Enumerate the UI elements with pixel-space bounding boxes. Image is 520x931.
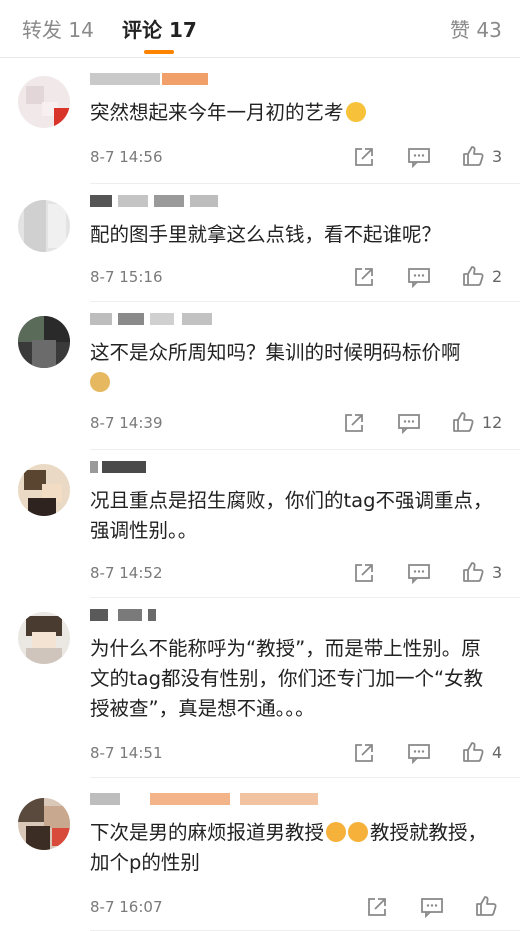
username-redacted[interactable] (90, 606, 220, 624)
comment-time: 8-7 14:51 (90, 744, 163, 762)
like-count: 2 (492, 267, 503, 286)
comment-item: 下次是男的麻烦报道男教授 教授就教授，加个p的性别 8-7 16:07 (0, 782, 520, 931)
like-count: 3 (492, 147, 503, 166)
avatar[interactable] (18, 464, 70, 516)
like-icon[interactable] (461, 144, 485, 168)
tab-repost[interactable]: 转发 14 (22, 14, 94, 43)
username-redacted[interactable] (90, 790, 320, 808)
kiss-face-emoji (326, 822, 347, 842)
comment-text: 配的图手里就拿这么点钱，看不起谁呢？ (90, 223, 442, 246)
comment-item: 突然想起来今年一月初的艺考 8-7 14:56 3 (0, 62, 520, 184)
like-count: 3 (492, 563, 503, 582)
avatar[interactable] (18, 200, 70, 252)
comment-icon[interactable] (407, 742, 431, 764)
comment-icon[interactable] (420, 896, 444, 918)
like-icon[interactable] (461, 740, 485, 764)
comment-text: 下次是男的麻烦报道男教授 教授就教授，加个p的性别 (90, 821, 488, 874)
avatar[interactable] (18, 612, 70, 664)
comment-icon[interactable] (407, 266, 431, 288)
tab-comments[interactable]: 评论 17 (122, 14, 197, 43)
share-icon[interactable] (353, 146, 375, 168)
like-icon[interactable] (461, 560, 485, 584)
comment-icon[interactable] (407, 562, 431, 584)
comment-text: 况且重点是招生腐败，你们的tag不强调重点，强调性别。。 (90, 489, 493, 542)
like-count: 12 (482, 413, 503, 432)
like-icon[interactable] (474, 894, 498, 918)
yum-face-emoji (345, 102, 366, 122)
username-redacted[interactable] (90, 458, 220, 476)
tab-likes[interactable]: 赞 43 (450, 14, 502, 43)
avatar[interactable] (18, 316, 70, 368)
comment-time: 8-7 15:16 (90, 268, 163, 286)
comment-text: 突然想起来今年一月初的艺考 (90, 98, 496, 128)
dog-face-emoji (90, 372, 110, 392)
comment-time: 8-7 14:52 (90, 564, 163, 582)
like-icon[interactable] (461, 264, 485, 288)
username-redacted[interactable] (90, 70, 220, 88)
comment-item: 为什么不能称呼为“教授”，而是带上性别。原文的tag都没有性别，你们还专门加一个… (0, 598, 520, 778)
share-icon[interactable] (353, 742, 375, 764)
comment-text: 为什么不能称呼为“教授”，而是带上性别。原文的tag都没有性别，你们还专门加一个… (90, 637, 484, 720)
username-redacted[interactable] (90, 310, 220, 328)
comment-icon[interactable] (397, 412, 421, 434)
comment-time: 8-7 14:56 (90, 148, 163, 166)
share-icon[interactable] (343, 412, 365, 434)
share-icon[interactable] (366, 896, 388, 918)
avatar[interactable] (18, 798, 70, 850)
comment-time: 8-7 16:07 (90, 898, 163, 916)
share-icon[interactable] (353, 266, 375, 288)
share-icon[interactable] (353, 562, 375, 584)
like-count: 4 (492, 743, 503, 762)
comment-item: 配的图手里就拿这么点钱，看不起谁呢？ 8-7 15:16 2 (0, 184, 520, 302)
avatar[interactable] (18, 76, 70, 128)
comment-icon[interactable] (407, 146, 431, 168)
username-redacted[interactable] (90, 192, 220, 210)
kiss-face-emoji (348, 822, 369, 842)
comment-text: 这不是众所周知吗？集训的时候明码标价啊 (90, 338, 496, 398)
comment-item: 这不是众所周知吗？集训的时候明码标价啊 8-7 14:39 12 (0, 302, 520, 450)
like-icon[interactable] (451, 410, 475, 434)
comment-tabs: 转发 14 评论 17 赞 43 (0, 0, 520, 58)
comment-time: 8-7 14:39 (90, 414, 163, 432)
active-tab-indicator (144, 50, 174, 54)
comment-item: 况且重点是招生腐败，你们的tag不强调重点，强调性别。。 8-7 14:52 3 (0, 450, 520, 598)
